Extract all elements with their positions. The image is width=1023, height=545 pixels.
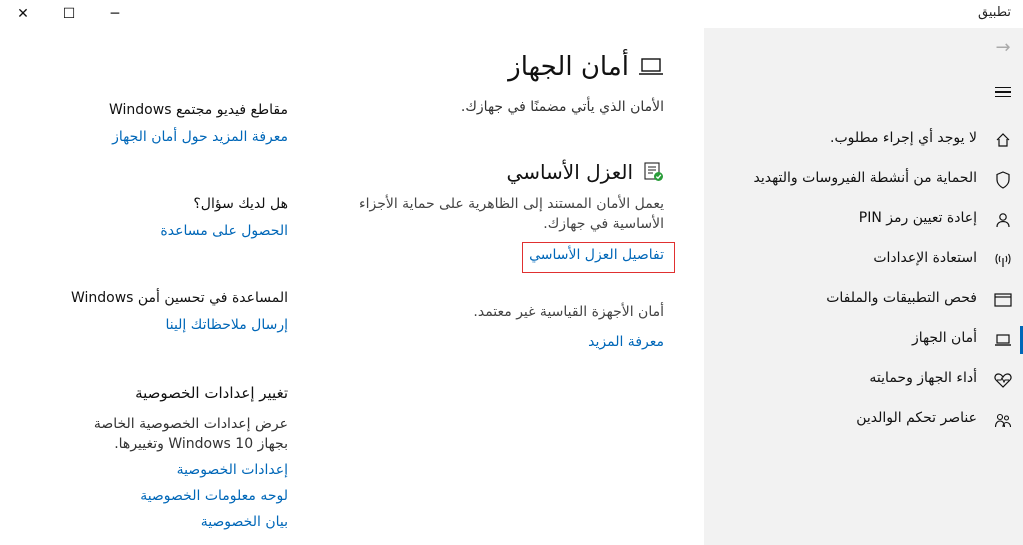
sidebar-item-account[interactable]: إعادة تعيين رمز PIN	[704, 200, 1023, 240]
sidebar-item-label: أمان الجهاز	[911, 330, 977, 346]
sidebar-item-virus-protection[interactable]: الحماية من أنشطة الفيروسات والتهديد	[704, 160, 1023, 200]
core-isolation-icon	[644, 162, 664, 186]
community-videos-heading: مقاطع فيديو مجتمع Windows	[109, 102, 288, 118]
laptop-icon	[993, 330, 1013, 350]
heart-icon	[993, 370, 1013, 390]
page-subtitle: الأمان الذي يأتي مضمنًا في جهازك.	[460, 99, 664, 115]
learn-more-link[interactable]: معرفة المزيد	[588, 334, 664, 350]
core-isolation-description: يعمل الأمان المستند إلى الظاهرية على حما…	[359, 196, 664, 212]
hamburger-icon	[995, 86, 1011, 89]
page-title: أمان الجهاز	[508, 52, 629, 82]
sidebar-item-app-browser[interactable]: فحص التطبيقات والملفات	[704, 280, 1023, 320]
core-isolation-details-link[interactable]: تفاصيل العزل الأساسي	[529, 247, 664, 263]
hardware-security-text: أمان الأجهزة القياسية غير معتمد.	[473, 304, 664, 320]
close-icon: ✕	[17, 6, 29, 22]
sidebar-item-device-performance[interactable]: أداء الجهاز وحمايته	[704, 360, 1023, 400]
privacy-text-2: بجهاز Windows 10 وتغييرها.	[114, 436, 288, 452]
browser-window-icon	[993, 290, 1013, 310]
sidebar-item-label: الحماية من أنشطة الفيروسات والتهديد	[753, 170, 978, 186]
privacy-settings-link[interactable]: إعدادات الخصوصية	[177, 462, 288, 478]
privacy-statement-link[interactable]: بيان الخصوصية	[201, 514, 288, 530]
wireless-icon	[993, 250, 1013, 270]
privacy-dashboard-link[interactable]: لوحه معلومات الخصوصية	[140, 488, 288, 504]
learn-device-security-link[interactable]: معرفة المزيد حول أمان الجهاز	[112, 129, 288, 145]
core-isolation-description-2: الأساسية في جهازك.	[543, 216, 664, 232]
improve-security-heading: المساعدة في تحسين أمن Windows	[70, 290, 288, 306]
shield-icon	[993, 170, 1013, 190]
maximize-button[interactable]: ☐	[46, 0, 92, 28]
sidebar-item-label: عناصر تحكم الوالدين	[856, 410, 977, 426]
sidebar-item-label: لا يوجد أي إجراء مطلوب.	[830, 130, 977, 146]
back-button[interactable]: →	[991, 36, 1015, 58]
get-help-link[interactable]: الحصول على مساعدة	[160, 223, 288, 239]
privacy-text: عرض إعدادات الخصوصية الخاصة	[93, 416, 288, 432]
sidebar-item-label: فحص التطبيقات والملفات	[826, 290, 977, 306]
sidebar-item-label: أداء الجهاز وحمايته	[869, 370, 977, 386]
maximize-icon: ☐	[62, 6, 76, 22]
sidebar-item-label: إعادة تعيين رمز PIN	[858, 210, 977, 226]
sidebar-item-home[interactable]: لا يوجد أي إجراء مطلوب.	[704, 120, 1023, 160]
laptop-icon	[639, 56, 663, 82]
core-isolation-heading: العزل الأساسي	[506, 160, 633, 184]
send-feedback-link[interactable]: إرسال ملاحظاتك إلينا	[165, 317, 288, 333]
question-heading: هل لديك سؤال؟	[193, 196, 288, 212]
sidebar-item-network[interactable]: استعادة الإعدادات	[704, 240, 1023, 280]
menu-button[interactable]	[991, 80, 1015, 104]
app-title: تطبيق	[978, 5, 1011, 20]
sidebar-item-label: استعادة الإعدادات	[873, 250, 977, 266]
back-arrow-icon: →	[995, 36, 1011, 58]
sidebar-item-family-options[interactable]: عناصر تحكم الوالدين	[704, 400, 1023, 440]
person-icon	[993, 210, 1013, 230]
minimize-button[interactable]: ─	[92, 0, 138, 28]
sidebar-item-device-security[interactable]: أمان الجهاز	[704, 320, 1023, 360]
close-button[interactable]: ✕	[0, 0, 46, 28]
home-icon	[993, 130, 1013, 150]
privacy-heading: تغيير إعدادات الخصوصية	[135, 384, 288, 402]
family-icon	[993, 410, 1013, 430]
minimize-icon: ─	[110, 6, 120, 22]
